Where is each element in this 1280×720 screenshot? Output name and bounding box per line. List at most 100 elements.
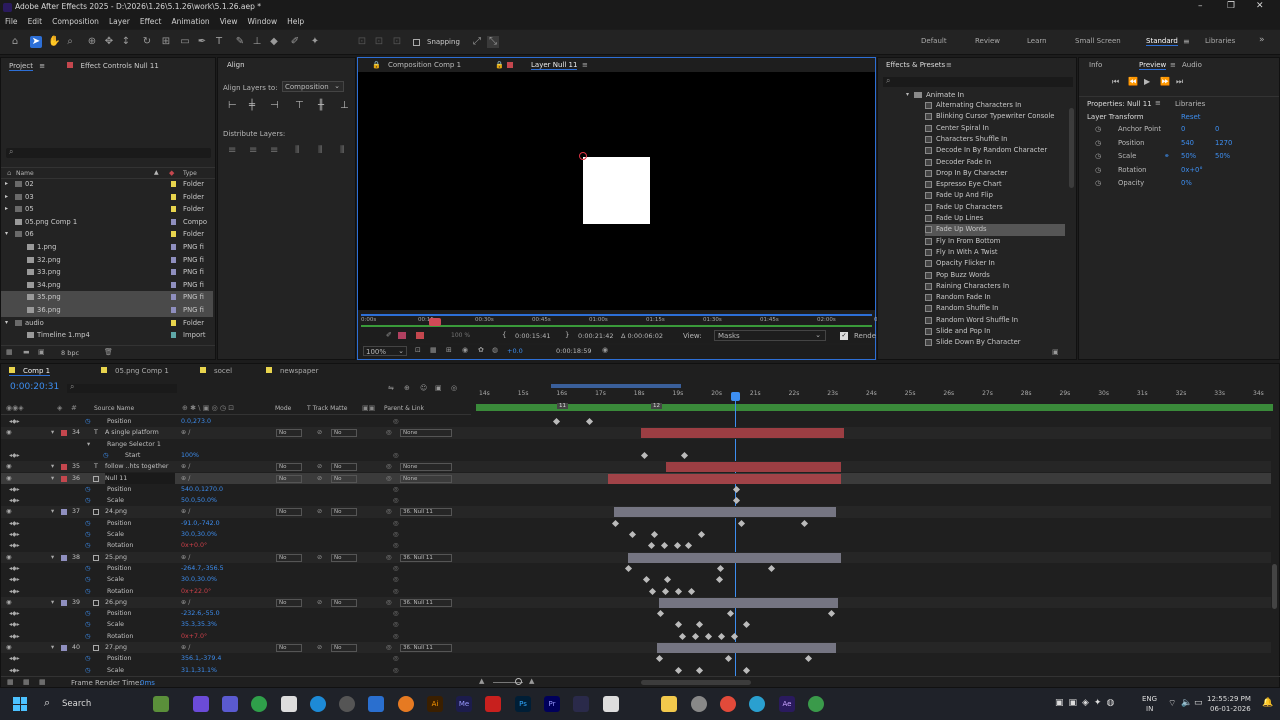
effect-preset-item[interactable]: Slide and Pop In <box>925 326 1065 337</box>
file-icon[interactable] <box>281 696 297 712</box>
keyframe[interactable] <box>655 655 664 663</box>
hand-tool-icon[interactable]: ✋ <box>48 36 60 48</box>
switches-icons[interactable]: ⊕ / <box>181 642 190 653</box>
view-select[interactable]: Masks ⌄ <box>714 330 826 341</box>
layer-name[interactable]: follow ..hts together <box>105 461 168 472</box>
layer-duration-bar[interactable] <box>608 473 841 484</box>
keyframe[interactable] <box>717 632 726 640</box>
disclosure-icon[interactable]: ▸ <box>5 203 8 216</box>
keyframe-nav-icon[interactable]: ◂◆▸ <box>9 563 20 574</box>
parent-select[interactable]: 36. Null 11 <box>400 644 452 652</box>
timeline-tab[interactable]: 05.png Comp 1 <box>101 367 169 375</box>
layer-name[interactable]: Null 11 <box>105 472 175 484</box>
keyframe-nav-icon[interactable]: ◂◆▸ <box>9 574 20 585</box>
illustrator-icon[interactable]: Ai <box>427 696 443 712</box>
track-matte-select[interactable]: No <box>331 553 357 562</box>
acrobat-icon[interactable] <box>485 696 501 712</box>
project-item[interactable]: 36.png PNG fi <box>1 304 213 317</box>
distribute-left-icon[interactable]: ⦀ <box>295 145 299 156</box>
parent-select[interactable]: 36. Null 11 <box>400 598 452 607</box>
menu-composition[interactable]: Composition <box>52 15 99 29</box>
disclosure-icon[interactable]: ▾ <box>87 439 90 450</box>
mode-select[interactable]: No <box>276 429 302 438</box>
stopwatch-icon[interactable]: ◷ <box>1095 164 1101 177</box>
menu-help[interactable]: Help <box>287 15 304 29</box>
stopwatch-icon[interactable]: ◷ <box>85 563 91 574</box>
property-value[interactable]: 30.0,30.0% <box>181 529 217 540</box>
current-time-display[interactable]: 0:00:20:31 <box>10 382 59 392</box>
menu-effect[interactable]: Effect <box>140 15 162 29</box>
keyframe[interactable] <box>800 519 809 527</box>
property-value[interactable]: 0.0,273.0 <box>181 416 211 427</box>
property-value-1[interactable]: 0% <box>1181 177 1192 190</box>
render-checkbox[interactable]: ✓ <box>840 332 848 340</box>
distribute-right-icon[interactable]: ⦀ <box>340 145 344 156</box>
layer-row[interactable]: ◉ ▾ 39 26.png ⊕ / No ⊘ No ◎ 36. Null 11 <box>1 596 1271 609</box>
switches-icons[interactable]: ⊕ / <box>181 461 190 472</box>
property-row[interactable]: ◂◆▸ ◷ Position 540.0,1270.0 ◎ <box>1 484 1271 495</box>
label-color-swatch[interactable] <box>171 294 176 301</box>
last-frame-icon[interactable]: ⏭ <box>1176 77 1183 87</box>
label-color-swatch[interactable] <box>171 193 176 200</box>
stopwatch-icon[interactable]: ◷ <box>85 540 91 551</box>
toggle-render-icon[interactable]: ▦ <box>39 678 46 686</box>
motion-blur-icon[interactable]: ◎ <box>451 384 457 392</box>
layer-label-color[interactable] <box>61 430 67 437</box>
expression-pickwhip-icon[interactable]: ◎ <box>393 450 399 461</box>
project-item[interactable]: ▾ 06 Folder <box>1 228 213 241</box>
track-matte-select[interactable]: No <box>331 429 357 438</box>
property-value[interactable]: 30.0,30.0% <box>181 574 217 585</box>
toggle-modes-icon[interactable]: ▦ <box>23 678 30 686</box>
color-channel-icon[interactable]: ◍ <box>492 346 498 354</box>
property-row[interactable]: ◂◆▸ ◷ Position 0.0,273.0 ◎ <box>1 416 1271 427</box>
tab-preview[interactable]: Preview <box>1139 61 1167 70</box>
stopwatch-icon[interactable]: ◷ <box>85 619 91 630</box>
layer-duration-bar[interactable] <box>657 643 836 653</box>
tab-align[interactable]: Align <box>227 61 245 69</box>
property-value[interactable]: -264.7,-356.5 <box>181 563 224 574</box>
layer-duration-bar[interactable] <box>628 552 841 563</box>
disclosure-icon[interactable]: ▾ <box>51 597 54 608</box>
tab-audio[interactable]: Audio <box>1182 61 1202 69</box>
layer-label-color[interactable] <box>61 475 67 482</box>
set-in-icon[interactable]: ✐ <box>386 331 392 339</box>
keyframe-nav-icon[interactable]: ◂◆▸ <box>9 416 20 427</box>
label-color-swatch[interactable] <box>171 218 176 225</box>
file-explorer-icon[interactable] <box>661 696 677 712</box>
tab-layer[interactable]: Layer Null 11 <box>531 61 578 70</box>
pickwhip-icon[interactable]: ◎ <box>386 473 392 484</box>
draft-3d-icon[interactable]: ⊕ <box>404 384 410 392</box>
effect-preset-item[interactable]: Raining Characters In <box>925 281 1065 292</box>
brush-tool-icon[interactable]: ✎ <box>234 36 246 48</box>
playhead-head[interactable] <box>731 392 740 401</box>
viewer-work-area[interactable] <box>361 314 872 316</box>
play-icon[interactable]: ▶ <box>1144 77 1150 86</box>
layer-row[interactable]: ◉ ▾ 34 T A single platform ⊕ / No ⊘ No ◎ None <box>1 427 1271 439</box>
property-value-2[interactable]: 50% <box>1215 150 1230 163</box>
zoom-out-icon[interactable]: ▲ <box>479 677 484 685</box>
effect-preset-item[interactable]: Fly In From Bottom <box>925 236 1065 247</box>
snap-options-icon[interactable]: ⤢ <box>471 36 483 48</box>
effect-preset-item[interactable]: Fade Up Characters <box>925 202 1065 213</box>
align-tool-icon[interactable]: ⊡ <box>356 36 368 48</box>
keyframe[interactable] <box>647 542 656 550</box>
property-row[interactable]: ◂◆▸ ◷ Position -232.6,-55.0 ◎ <box>1 608 1271 619</box>
timeline-tab[interactable]: socel <box>200 367 232 375</box>
expression-pickwhip-icon[interactable]: ◎ <box>393 608 399 619</box>
keyframe[interactable] <box>678 632 687 640</box>
property-row[interactable]: ◂◆▸ ◷ Scale 35.3,35.3% ◎ <box>1 619 1271 630</box>
property-row[interactable]: ◂◆▸ ◷ Start 100% ◎ <box>1 450 1271 461</box>
keyframe[interactable] <box>585 417 594 426</box>
pickwhip-icon[interactable]: ◎ <box>386 461 392 472</box>
project-item[interactable]: 33.png PNG fi <box>1 266 213 279</box>
effect-preset-item[interactable]: Random Word Shuffle In <box>925 315 1065 326</box>
expression-pickwhip-icon[interactable]: ◎ <box>393 631 399 642</box>
expression-pickwhip-icon[interactable]: ◎ <box>393 574 399 585</box>
pickwhip-icon[interactable]: ◎ <box>386 597 392 608</box>
keyframe[interactable] <box>687 587 696 595</box>
keyframe[interactable] <box>628 530 637 539</box>
first-frame-icon[interactable]: ⏮ <box>1112 77 1119 87</box>
mode-select[interactable]: No <box>276 598 302 607</box>
menu-animation[interactable]: Animation <box>171 15 209 29</box>
project-search-input[interactable]: ⌕ <box>6 147 211 158</box>
